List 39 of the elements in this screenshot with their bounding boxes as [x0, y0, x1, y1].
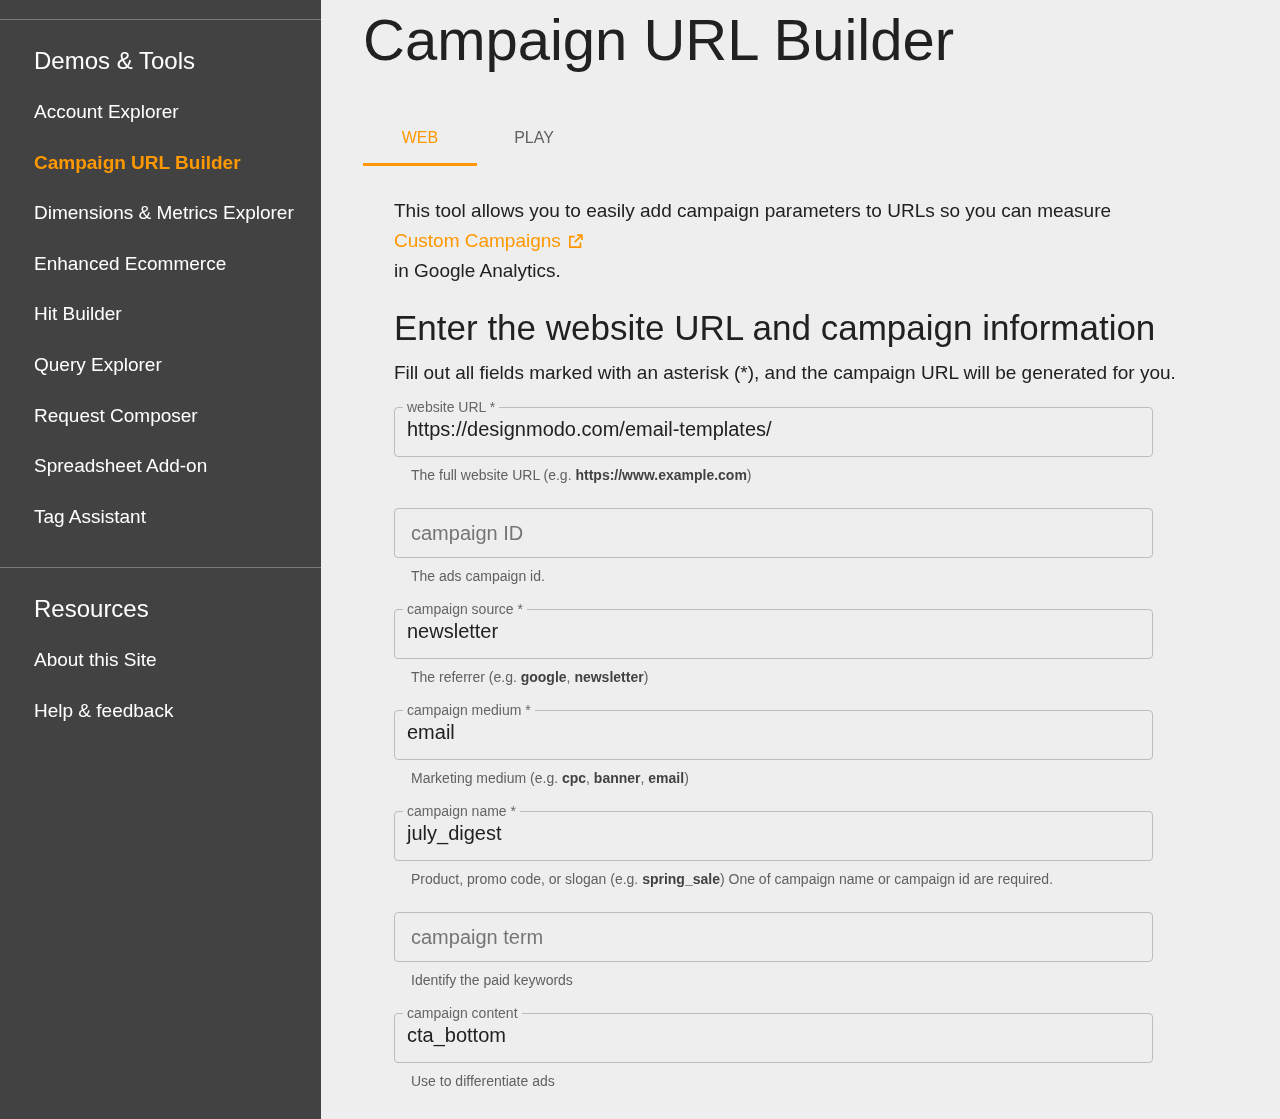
sidebar-link[interactable]: Request Composer — [34, 390, 198, 442]
field-label: campaign source * — [406, 601, 524, 617]
helper-text: Use to differentiate ads — [411, 1072, 556, 1090]
text-field[interactable]: campaign name * july_digest — [394, 803, 1153, 861]
instruction-text: Fill out all fields marked with an asterisk (*), and the campaign URL will be generated for you. — [394, 361, 1176, 385]
sidebar-link[interactable]: Tag Assistant — [34, 491, 146, 543]
page-title: Campaign URL Builder — [363, 6, 955, 74]
sidebar-link[interactable]: Campaign URL Builder — [34, 137, 241, 189]
field-label: campaign name * — [406, 803, 517, 819]
field-label: campaign medium * — [406, 702, 532, 718]
helper-text: The full website URL (e.g. https://www.example.com) — [411, 466, 753, 484]
sidebar-link[interactable]: Account Explorer — [34, 87, 179, 138]
sidebar-link[interactable]: Spreadsheet Add-on — [34, 441, 208, 492]
sidebar-link[interactable]: Query Explorer — [34, 339, 162, 391]
section-heading: Enter the website URL and campaign information — [394, 307, 1156, 349]
helper-text: Marketing medium (e.g. cpc, banner, email) — [411, 769, 690, 787]
text-field[interactable]: campaign medium * email — [394, 702, 1153, 760]
sidebar-link[interactable]: Help & feedback — [34, 685, 174, 737]
text-field[interactable]: website URL * https://designmodo.com/email-templates/ — [394, 399, 1153, 457]
text-field[interactable]: campaign content cta_bottom — [394, 1005, 1153, 1063]
sidebar-section-title: Demos & Tools — [34, 46, 196, 76]
sidebar-section-title: Resources — [34, 594, 150, 625]
text-field[interactable]: campaign ID — [394, 508, 1153, 558]
sidebar-link[interactable]: About this Site — [34, 635, 157, 686]
helper-text: Identify the paid keywords — [411, 971, 574, 989]
helper-text: The ads campaign id. — [411, 567, 546, 585]
sidebar-link[interactable]: Dimensions & Metrics Explorer — [34, 188, 294, 239]
field-label: campaign content — [406, 1005, 519, 1021]
helper-text: Product, promo code, or slogan (e.g. spring_sale) One of campaign name or campaign id are required. — [411, 870, 1055, 888]
intro-text: in Google Analytics. — [394, 259, 561, 283]
text-field[interactable]: campaign source * newsletter — [394, 601, 1153, 659]
text-field[interactable]: campaign term — [394, 912, 1153, 962]
helper-text: The referrer (e.g. google, newsletter) — [411, 668, 650, 686]
tab[interactable]: PLAY — [477, 108, 591, 166]
sidebar-link[interactable]: Enhanced Ecommerce — [34, 238, 227, 290]
field-label: website URL * — [406, 399, 497, 415]
external-link-icon — [566, 232, 584, 250]
intro-text: This tool allows you to easily add campaign parameters to URLs so you can measure — [394, 199, 1112, 223]
sidebar-link[interactable]: Hit Builder — [34, 289, 122, 340]
